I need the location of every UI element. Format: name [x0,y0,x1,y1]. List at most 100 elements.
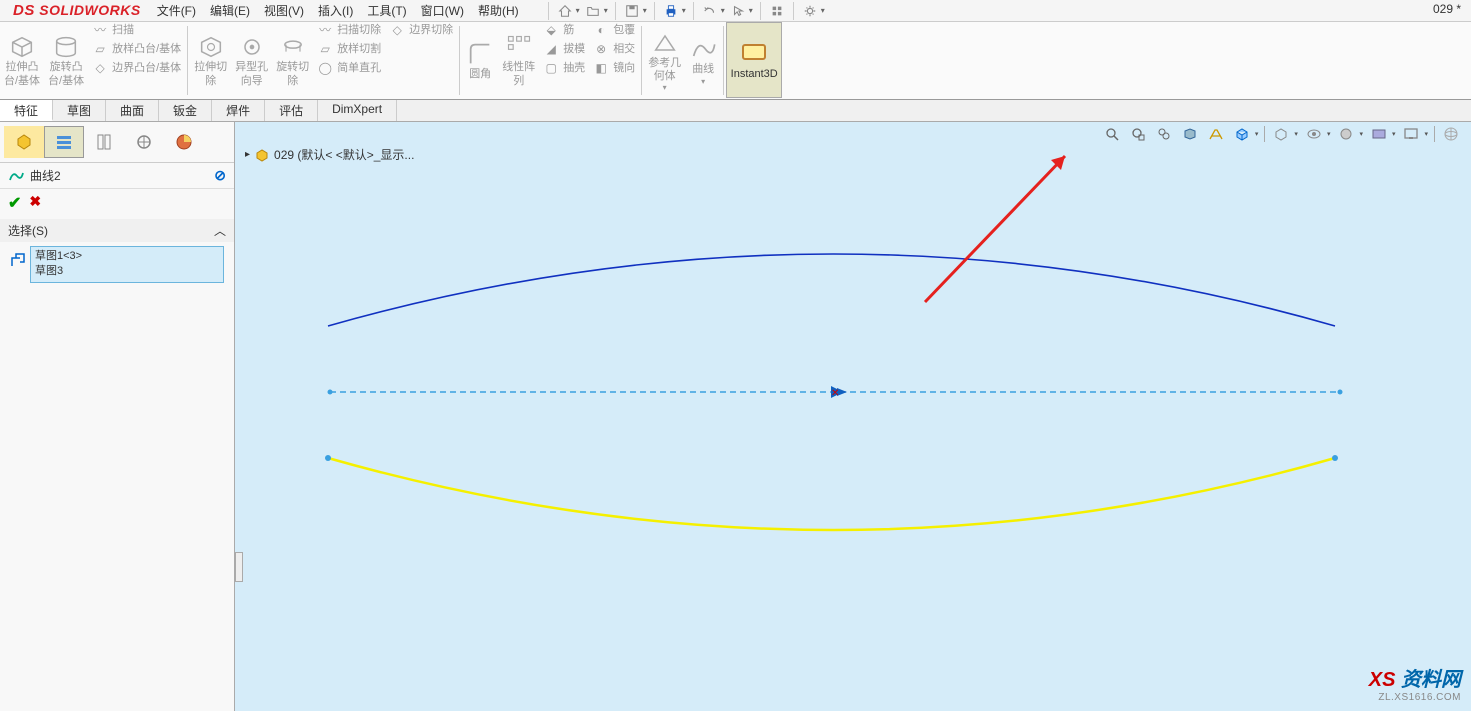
menu-view[interactable]: 视图(V) [258,0,310,21]
display-style-icon[interactable] [1271,124,1291,144]
property-manager: 曲线2 ⊘ ✔ ✖ 选择(S) ︿ 草图1<3> 草图3 [0,122,235,711]
dropdown-icon[interactable]: ▾ [604,6,608,15]
rebuild-icon[interactable] [768,2,786,20]
tab-evaluate[interactable]: 评估 [265,100,318,121]
boundary-button[interactable]: ◇边界凸台/基体 [88,60,185,78]
view-settings-icon[interactable] [1401,124,1421,144]
graphics-viewport[interactable]: ▸ 029 (默认< <默认>_显示... ▾ ▾ ▾ ▾ ▾ ▾ [235,122,1471,711]
sweep-cut-button[interactable]: 〰扫描切除 [313,22,385,40]
document-title: 029 * [1433,2,1461,16]
annotation-arrow [915,142,1095,312]
menu-bar: DS SOLIDWORKS 文件(F) 编辑(E) 视图(V) 插入(I) 工具… [0,0,1471,22]
undo-icon[interactable] [701,2,719,20]
cancel-button[interactable]: ✖ [29,193,41,213]
menu-help[interactable]: 帮助(H) [472,0,525,21]
home-icon[interactable] [556,2,574,20]
dropdown-icon[interactable]: ▾ [682,6,686,15]
zoom-fit-icon[interactable] [1102,124,1122,144]
endpoint-icon[interactable] [328,390,333,395]
dimxpert-tab-icon[interactable] [124,126,164,158]
expand-tree-icon[interactable]: ▸ [245,149,250,160]
curve-yellow[interactable] [328,458,1335,530]
instant3d-button[interactable]: Instant3D [726,22,782,98]
zoom-area-icon[interactable] [1128,124,1148,144]
menu-insert[interactable]: 插入(I) [312,0,359,21]
splitter-handle[interactable] [235,552,243,582]
sketch-curves: ✕ [235,122,1471,711]
select-icon[interactable] [729,2,747,20]
section-view-icon[interactable] [1180,124,1200,144]
prev-view-icon[interactable] [1154,124,1174,144]
menu-edit[interactable]: 编辑(E) [204,0,256,21]
rib-button[interactable]: ⬙筋 [539,22,589,40]
selection-listbox[interactable]: 草图1<3> 草图3 [30,246,224,283]
linear-pattern-button[interactable]: 线性阵 列 [498,22,539,99]
feature-tree-tab-icon[interactable] [4,126,44,158]
revolve-cut-button[interactable]: 旋转切 除 [272,22,313,99]
property-manager-tab-icon[interactable] [44,126,84,158]
property-header: 曲线2 ⊘ [0,163,234,189]
endpoint-icon[interactable] [1332,455,1338,461]
options-icon[interactable] [801,2,819,20]
collapse-icon[interactable]: ︿ [214,222,226,239]
simple-hole-button[interactable]: ◯简单直孔 [313,60,385,78]
tab-features[interactable]: 特征 [0,100,53,121]
curves-button[interactable]: 曲线 ▾ [685,22,721,99]
view-orientation-icon[interactable] [1232,124,1252,144]
heads-up-toolbar: ▾ ▾ ▾ ▾ ▾ ▾ [1102,124,1461,144]
display-tab-icon[interactable] [164,126,204,158]
save-icon[interactable] [623,2,641,20]
dropdown-icon[interactable]: ▾ [749,6,753,15]
dropdown-icon[interactable]: ▾ [821,6,825,15]
watermark: XS 资料网 ZL.XS1616.COM [1369,663,1461,703]
hole-wizard-button[interactable]: 异型孔 向导 [231,22,272,99]
print-icon[interactable] [662,2,680,20]
cut-extrude-button[interactable]: 拉伸切 除 [190,22,231,99]
curve-blue[interactable] [328,254,1335,326]
dropdown-icon[interactable]: ▾ [576,6,580,15]
tab-sheet-metal[interactable]: 钣金 [159,100,212,121]
ok-button[interactable]: ✔ [8,193,21,213]
rib-icon: ⬙ [543,23,559,39]
intersect-icon: ⊗ [593,42,609,58]
world-icon[interactable] [1441,124,1461,144]
menu-tools[interactable]: 工具(T) [361,0,412,21]
shell-button[interactable]: ▢抽壳 [539,60,589,78]
dropdown-icon[interactable]: ▾ [643,6,647,15]
hide-show-icon[interactable] [1304,124,1324,144]
tab-sketch[interactable]: 草图 [53,100,106,121]
tab-weldments[interactable]: 焊件 [212,100,265,121]
tab-surfaces[interactable]: 曲面 [106,100,159,121]
breadcrumb-text[interactable]: 029 (默认< <默认>_显示... [274,146,414,163]
endpoint-icon[interactable] [325,455,331,461]
ref-geometry-button[interactable]: 参考几 何体 ▾ [644,22,685,99]
fillet-button[interactable]: 圆角 [462,22,498,99]
draft-button[interactable]: ◢拔模 [539,41,589,59]
section-header[interactable]: 选择(S) ︿ [0,219,234,242]
intersect-button[interactable]: ⊗相交 [589,41,639,59]
mirror-button[interactable]: ◧镜向 [589,60,639,78]
menu-file[interactable]: 文件(F) [151,0,202,21]
loft-button[interactable]: ▱放样凸台/基体 [88,41,185,59]
loft-cut-button[interactable]: ▱放样切割 [313,41,385,59]
config-tab-icon[interactable] [84,126,124,158]
selection-item[interactable]: 草图3 [35,264,219,279]
sweep-button[interactable]: 〰扫描 [88,22,185,40]
apply-scene-icon[interactable] [1369,124,1389,144]
command-ribbon: 拉伸凸 台/基体 旋转凸 台/基体 〰扫描 ▱放样凸台/基体 ◇边界凸台/基体 … [0,22,1471,100]
tab-dimxpert[interactable]: DimXpert [318,100,397,121]
selection-item[interactable]: 草图1<3> [35,249,219,264]
open-icon[interactable] [584,2,602,20]
dynamic-annotation-icon[interactable] [1206,124,1226,144]
revolve-boss-button[interactable]: 旋转凸 台/基体 [44,22,88,99]
help-icon[interactable]: ⊘ [214,167,226,184]
endpoint-icon[interactable] [1338,390,1343,395]
boundary-cut-button[interactable]: ◇边界切除 [385,22,457,40]
dropdown-icon[interactable]: ▾ [721,6,725,15]
separator [1434,126,1435,142]
menu-window[interactable]: 窗口(W) [415,0,470,21]
wrap-button[interactable]: ◐包覆 [589,22,639,40]
extrude-boss-button[interactable]: 拉伸凸 台/基体 [0,22,44,99]
edit-appearance-icon[interactable] [1336,124,1356,144]
simple-hole-icon: ◯ [317,61,333,77]
